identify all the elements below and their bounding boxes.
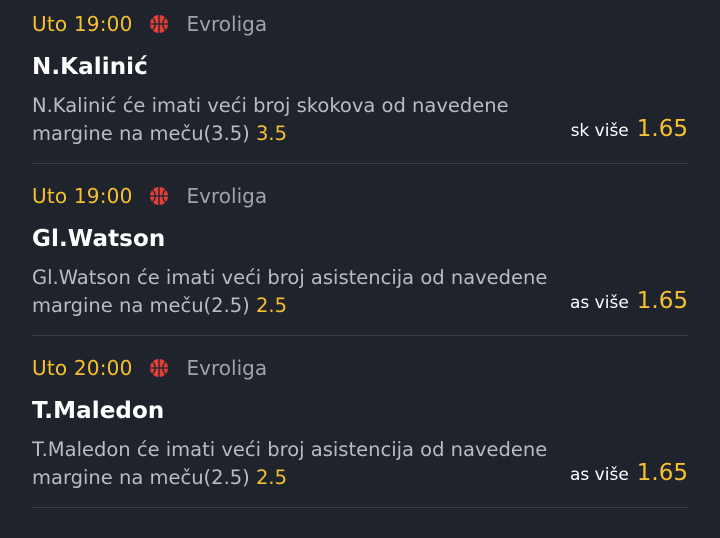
divider	[32, 335, 688, 336]
bet-card[interactable]: Uto 19:00 Evroliga N.Kalinić N.Kalinić ć…	[0, 0, 720, 172]
bet-description: T.Maledon će imati veći broj asistencija…	[32, 436, 562, 492]
bet-description: N.Kalinić će imati veći broj skokova od …	[32, 92, 562, 148]
bet-description-text: Gl.Watson će imati veći broj asistencija…	[32, 266, 548, 317]
bet-card[interactable]: Uto 19:00 Evroliga Gl.Watson Gl.Watson ć…	[0, 172, 720, 344]
match-meta: Uto 20:00 Evroliga	[32, 352, 267, 384]
bet-description: Gl.Watson će imati veći broj asistencija…	[32, 264, 562, 320]
bet-card[interactable]: Uto 20:00 Evroliga T.Maledon T.Maledon ć…	[0, 344, 720, 516]
player-name: T.Maledon	[32, 398, 165, 424]
divider	[32, 163, 688, 164]
league-name: Evroliga	[186, 12, 268, 36]
bet-list: Uto 19:00 Evroliga N.Kalinić N.Kalinić ć…	[0, 0, 720, 538]
pick-label: as više	[570, 465, 629, 485]
odds-button[interactable]: as više 1.65	[570, 460, 688, 486]
margin-value: 2.5	[255, 466, 287, 489]
pick-label: as više	[570, 293, 629, 313]
basketball-icon	[149, 187, 168, 205]
margin-value: 2.5	[255, 294, 287, 317]
league-name: Evroliga	[186, 356, 268, 380]
margin-value: 3.5	[255, 122, 287, 145]
match-time: Uto 19:00	[32, 184, 133, 208]
basketball-icon	[149, 359, 168, 377]
basketball-icon	[149, 15, 168, 33]
player-name: Gl.Watson	[32, 226, 166, 252]
bet-description-text: T.Maledon će imati veći broj asistencija…	[32, 438, 548, 489]
divider	[32, 507, 688, 508]
league-name: Evroliga	[186, 184, 268, 208]
odds-button[interactable]: as više 1.65	[570, 288, 688, 314]
match-time: Uto 19:00	[32, 12, 133, 36]
odds-button[interactable]: sk više 1.65	[571, 116, 688, 142]
match-meta: Uto 19:00 Evroliga	[32, 180, 267, 212]
odds-value: 1.65	[636, 116, 688, 142]
match-meta: Uto 19:00 Evroliga	[32, 8, 267, 40]
player-name: N.Kalinić	[32, 54, 148, 80]
pick-label: sk više	[570, 121, 629, 141]
match-time: Uto 20:00	[32, 356, 133, 380]
odds-value: 1.65	[636, 288, 688, 314]
odds-value: 1.65	[636, 460, 688, 486]
